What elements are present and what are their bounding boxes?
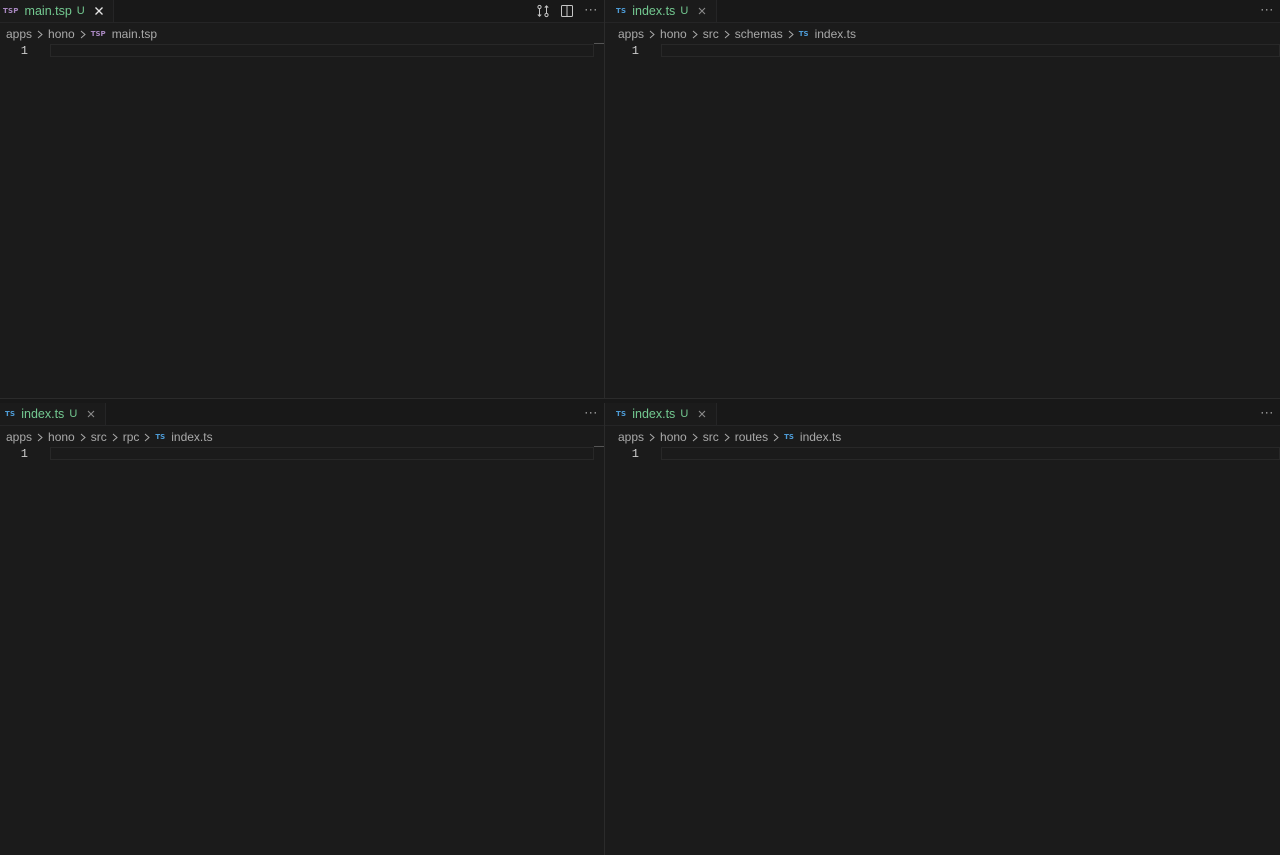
code-editor[interactable]: 1	[605, 447, 1280, 855]
horizontal-sash[interactable]	[0, 398, 1280, 403]
breadcrumb-item[interactable]: schemas	[735, 27, 783, 41]
line-number: 1	[20, 44, 28, 58]
ts-file-icon: TS	[155, 433, 166, 441]
chevron-right-icon	[649, 30, 655, 39]
code-editor[interactable]: 1	[0, 446, 604, 855]
line-number: 1	[631, 447, 639, 461]
tab-index-ts-routes[interactable]: TS index.ts U	[605, 403, 718, 425]
more-actions-icon[interactable]: ···	[584, 405, 598, 419]
tab-bar: TSP main.tsp U ···	[0, 0, 604, 23]
breadcrumb-item[interactable]: src	[703, 430, 719, 444]
breadcrumb: apps hono src routes TS index.ts	[618, 428, 841, 446]
breadcrumb: apps hono src rpc TS index.ts	[6, 428, 213, 446]
chevron-right-icon	[773, 433, 779, 442]
code-line[interactable]: 1	[0, 446, 604, 461]
breadcrumb: apps hono TSP main.tsp	[6, 25, 157, 43]
current-line-highlight	[50, 44, 594, 57]
untracked-badge: U	[69, 408, 78, 420]
ts-file-icon: TS	[798, 30, 809, 38]
ts-file-icon: TS	[616, 410, 627, 418]
tsp-file-icon: TSP	[90, 30, 106, 38]
breadcrumb-file[interactable]: index.ts	[171, 430, 212, 444]
chevron-right-icon	[80, 30, 86, 39]
breadcrumb-item[interactable]: hono	[48, 430, 75, 444]
overview-ruler-cursor	[594, 43, 604, 44]
breadcrumb-file[interactable]: index.ts	[815, 27, 856, 41]
editor-group-bottom-left: TS index.ts U ··· apps hono src rpc TS i…	[0, 403, 604, 855]
editor-group-top-right: TS index.ts U ··· apps hono src schemas …	[605, 0, 1280, 398]
tab-index-ts-schemas[interactable]: TS index.ts U	[605, 0, 718, 22]
code-line[interactable]: 1	[0, 43, 604, 58]
current-line-highlight	[661, 447, 1280, 460]
more-actions-icon[interactable]: ···	[584, 2, 598, 16]
tab-label: index.ts	[632, 4, 676, 18]
editor-actions: ···	[584, 403, 598, 425]
tab-bar: TS index.ts U ···	[605, 403, 1280, 426]
untracked-badge: U	[76, 5, 85, 17]
tab-label: index.ts	[21, 407, 65, 421]
code-editor[interactable]: 1	[0, 43, 604, 398]
close-icon[interactable]	[85, 408, 97, 420]
breadcrumb-item[interactable]: routes	[735, 430, 768, 444]
chevron-right-icon	[788, 30, 794, 39]
chevron-right-icon	[37, 30, 43, 39]
chevron-right-icon	[80, 433, 86, 442]
breadcrumb-item[interactable]: apps	[618, 27, 644, 41]
ts-file-icon: TS	[616, 7, 627, 15]
breadcrumb-file[interactable]: index.ts	[800, 430, 841, 444]
editor-group-top-left: TSP main.tsp U ··· apps hono TSP main.ts…	[0, 0, 604, 398]
line-number: 1	[20, 447, 28, 461]
chevron-right-icon	[692, 30, 698, 39]
chevron-right-icon	[144, 433, 151, 442]
line-number: 1	[631, 44, 639, 58]
breadcrumb-item[interactable]: apps	[618, 430, 644, 444]
tab-label: main.tsp	[24, 4, 72, 18]
chevron-right-icon	[112, 433, 118, 442]
editor-grid: TSP main.tsp U ··· apps hono TSP main.ts…	[0, 0, 1280, 855]
untracked-badge: U	[680, 408, 689, 420]
ts-file-icon: TS	[5, 410, 16, 418]
close-icon[interactable]	[696, 408, 708, 420]
tab-bar: TS index.ts U ···	[605, 0, 1280, 23]
more-actions-icon[interactable]: ···	[1260, 2, 1274, 16]
breadcrumb-item[interactable]: apps	[6, 430, 32, 444]
vertical-sash[interactable]	[604, 0, 605, 855]
editor-actions: ···	[536, 0, 598, 22]
editor-actions: ···	[1260, 403, 1274, 425]
current-line-highlight	[661, 44, 1280, 57]
current-line-highlight	[50, 447, 594, 460]
close-icon[interactable]	[696, 5, 708, 17]
breadcrumb-file[interactable]: main.tsp	[112, 27, 157, 41]
chevron-right-icon	[724, 433, 730, 442]
chevron-right-icon	[37, 433, 43, 442]
tab-bar: TS index.ts U ···	[0, 403, 604, 426]
tsp-file-icon: TSP	[3, 7, 19, 15]
breadcrumb: apps hono src schemas TS index.ts	[618, 25, 856, 43]
breadcrumb-item[interactable]: src	[91, 430, 107, 444]
tab-index-ts-rpc[interactable]: TS index.ts U	[0, 403, 107, 425]
breadcrumb-item[interactable]: src	[703, 27, 719, 41]
code-editor[interactable]: 1	[605, 44, 1280, 398]
breadcrumb-item[interactable]: apps	[6, 27, 32, 41]
chevron-right-icon	[692, 433, 698, 442]
code-line[interactable]: 1	[605, 447, 1280, 461]
breadcrumb-item[interactable]: rpc	[123, 430, 140, 444]
editor-actions: ···	[1260, 0, 1274, 22]
untracked-badge: U	[680, 5, 689, 17]
close-icon[interactable]	[93, 5, 105, 17]
editor-group-bottom-right: TS index.ts U ··· apps hono src routes T…	[605, 403, 1280, 855]
code-line[interactable]: 1	[605, 44, 1280, 58]
tab-main-tsp[interactable]: TSP main.tsp U	[0, 0, 114, 22]
ts-file-icon: TS	[784, 433, 794, 441]
breadcrumb-item[interactable]: hono	[660, 27, 687, 41]
chevron-right-icon	[649, 433, 655, 442]
chevron-right-icon	[724, 30, 730, 39]
open-changes-icon[interactable]	[536, 4, 550, 18]
overview-ruler-cursor	[594, 446, 604, 447]
split-editor-icon[interactable]	[560, 4, 574, 18]
breadcrumb-item[interactable]: hono	[660, 430, 687, 444]
tab-label: index.ts	[632, 407, 676, 421]
more-actions-icon[interactable]: ···	[1260, 405, 1274, 419]
breadcrumb-item[interactable]: hono	[48, 27, 75, 41]
